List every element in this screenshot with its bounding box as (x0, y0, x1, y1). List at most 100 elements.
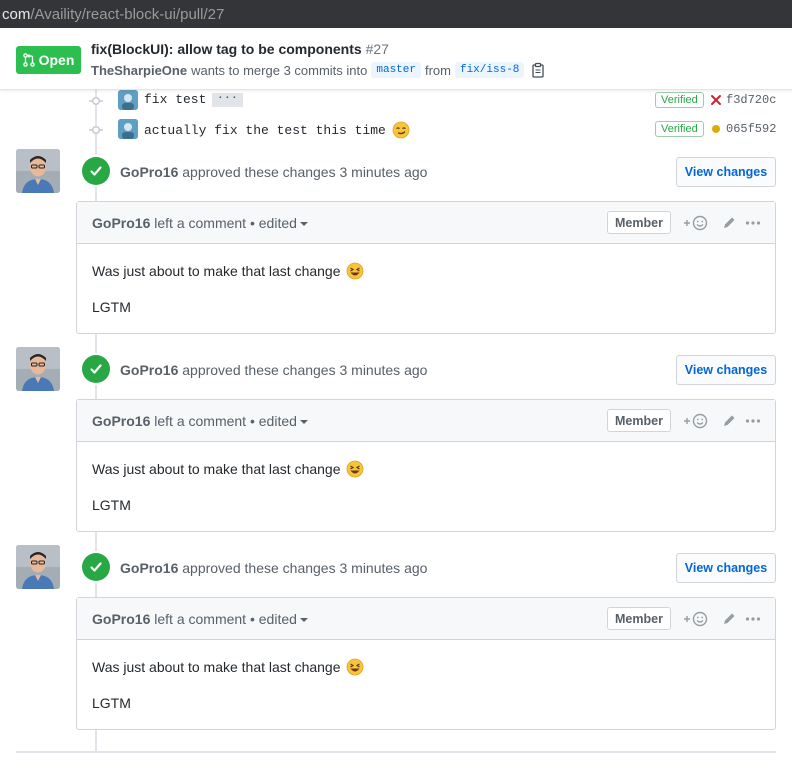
timeline-divider (16, 751, 776, 753)
pending-status-dot-icon[interactable] (712, 125, 720, 133)
review-summary: GoPro16 approved these changes 3 minutes… (120, 362, 427, 378)
reviewer-name[interactable]: GoPro16 (120, 362, 178, 378)
base-branch[interactable]: master (371, 62, 421, 78)
merge-text: wants to merge 3 commits into (191, 62, 368, 78)
commit-sha[interactable]: 065f592 (726, 122, 776, 136)
laughing-emoji-icon (346, 658, 363, 676)
pr-title-text: fix(BlockUI): allow tag to be components (91, 41, 362, 57)
review-item: GoPro16 approved these changes 3 minutes… (0, 149, 792, 339)
copy-clipboard-icon[interactable] (531, 62, 545, 78)
edited-dropdown[interactable]: • edited (250, 413, 308, 429)
avatar[interactable] (16, 545, 60, 589)
edited-dropdown[interactable]: • edited (250, 611, 308, 627)
member-role-label: Member (607, 409, 671, 432)
commit-node-icon (89, 125, 103, 135)
comment-header: GoPro16 left a comment • edited Member (77, 202, 775, 244)
verified-badge[interactable]: Verified (655, 121, 704, 137)
more-options-icon[interactable] (745, 616, 761, 622)
edit-pencil-icon[interactable] (721, 215, 737, 231)
review-comment: GoPro16 left a comment • edited Member W… (76, 399, 776, 532)
more-options-icon[interactable] (745, 418, 761, 424)
edit-pencil-icon[interactable] (721, 413, 737, 429)
caret-down-icon (299, 222, 308, 227)
comment-header: GoPro16 left a comment • edited Member (77, 400, 775, 442)
review-summary: GoPro16 approved these changes 3 minutes… (120, 164, 427, 180)
comment-action: left a comment (154, 611, 247, 627)
comment-text: Was just about to make that last change (92, 461, 341, 477)
review-item: GoPro16 approved these changes 3 minutes… (0, 545, 792, 735)
member-role-label: Member (607, 607, 671, 630)
from-text: from (424, 62, 451, 78)
member-role-label: Member (607, 211, 671, 234)
pr-number: #27 (365, 41, 389, 57)
review-time[interactable]: 3 minutes ago (339, 164, 427, 180)
url-host: com (2, 5, 31, 23)
comment-text: LGTM (92, 497, 131, 513)
review-comment: GoPro16 left a comment • edited Member W… (76, 201, 776, 334)
commit-author-avatar[interactable] (118, 90, 138, 110)
edited-label: • edited (249, 413, 297, 429)
head-branch[interactable]: fix/iss-8 (454, 62, 525, 78)
review-time[interactable]: 3 minutes ago (339, 560, 427, 576)
comment-text: LGTM (92, 299, 131, 315)
view-changes-button[interactable]: View changes (676, 553, 776, 583)
review-item: GoPro16 approved these changes 3 minutes… (0, 347, 792, 537)
review-time[interactable]: 3 minutes ago (339, 362, 427, 378)
avatar[interactable] (16, 149, 60, 193)
failure-x-icon[interactable] (710, 93, 722, 107)
reviewer-name[interactable]: GoPro16 (120, 164, 178, 180)
review-comment: GoPro16 left a comment • edited Member W… (76, 597, 776, 730)
pr-author[interactable]: TheSharpieOne (91, 63, 187, 78)
pr-title: fix(BlockUI): allow tag to be components… (91, 41, 389, 57)
comment-author[interactable]: GoPro16 (92, 413, 150, 429)
add-reaction-icon[interactable] (682, 610, 710, 628)
review-action: approved these changes (182, 560, 336, 576)
avatar[interactable] (16, 347, 60, 391)
edit-pencil-icon[interactable] (721, 611, 737, 627)
smirk-emoji-icon (392, 121, 410, 139)
pr-state-badge: Open (16, 46, 81, 74)
verified-badge[interactable]: Verified (655, 92, 704, 108)
add-reaction-icon[interactable] (682, 214, 710, 232)
browser-url-bar[interactable]: com/Availity/react-block-ui/pull/27 (0, 0, 792, 28)
comment-text: Was just about to make that last change (92, 659, 341, 675)
laughing-emoji-icon (346, 460, 363, 478)
comment-action: left a comment (154, 215, 247, 231)
commit-message[interactable]: actually fix the test this time (144, 123, 386, 138)
commit-author-avatar[interactable] (118, 119, 138, 139)
commit-node-icon (89, 96, 103, 106)
pr-state-label: Open (38, 52, 75, 68)
approved-check-icon (82, 157, 110, 185)
view-changes-button[interactable]: View changes (676, 355, 776, 385)
comment-body: Was just about to make that last change … (77, 442, 775, 515)
caret-down-icon (299, 618, 308, 623)
pull-request-icon (22, 53, 35, 67)
approved-check-icon (82, 553, 110, 581)
view-changes-button[interactable]: View changes (676, 157, 776, 187)
commit-expand-button[interactable]: ··· (212, 92, 244, 107)
review-action: approved these changes (182, 362, 336, 378)
pr-sticky-header: Open fix(BlockUI): allow tag to be compo… (0, 28, 792, 90)
comment-header: GoPro16 left a comment • edited Member (77, 598, 775, 640)
approved-check-icon (82, 355, 110, 383)
comment-author[interactable]: GoPro16 (92, 215, 150, 231)
comment-author[interactable]: GoPro16 (92, 611, 150, 627)
review-action: approved these changes (182, 164, 336, 180)
laughing-emoji-icon (346, 262, 363, 280)
add-reaction-icon[interactable] (682, 412, 710, 430)
commit-message[interactable]: fix test (144, 92, 206, 107)
comment-body: Was just about to make that last change … (77, 640, 775, 713)
comment-body: Was just about to make that last change … (77, 244, 775, 317)
comment-action: left a comment (154, 413, 247, 429)
caret-down-icon (299, 420, 308, 425)
edited-label: • edited (249, 611, 297, 627)
commit-row: fix test ··· Verified f3d720c (85, 90, 777, 112)
url-path: /Availity/react-block-ui/pull/27 (30, 5, 225, 23)
commit-row: actually fix the test this time Verified… (85, 119, 777, 141)
edited-dropdown[interactable]: • edited (250, 215, 308, 231)
commit-sha[interactable]: f3d720c (726, 93, 776, 107)
more-options-icon[interactable] (745, 220, 761, 226)
edited-label: • edited (249, 215, 297, 231)
comment-text: LGTM (92, 695, 131, 711)
reviewer-name[interactable]: GoPro16 (120, 560, 178, 576)
